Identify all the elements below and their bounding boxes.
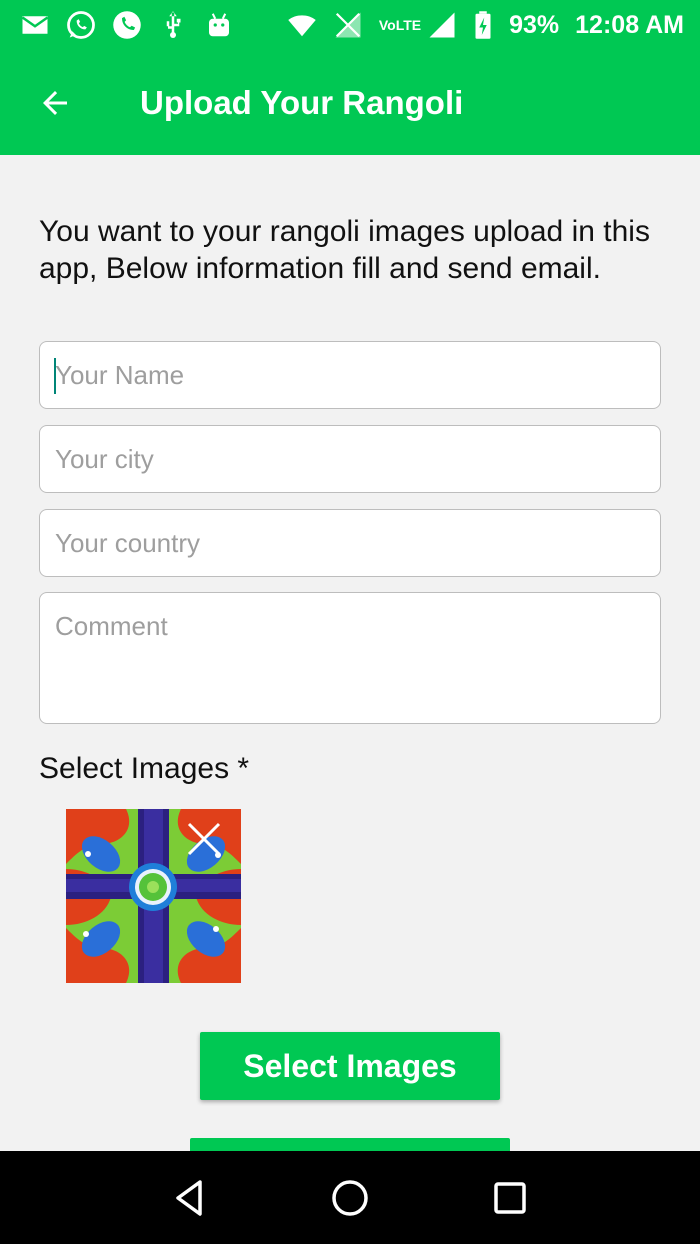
back-button[interactable] bbox=[20, 68, 90, 138]
select-images-button[interactable]: Select Images bbox=[200, 1032, 500, 1100]
usb-icon bbox=[158, 10, 188, 40]
home-circle-icon bbox=[332, 1179, 368, 1216]
status-bar-notifications bbox=[20, 10, 234, 40]
system-nav-bar bbox=[0, 1151, 700, 1244]
back-triangle-icon bbox=[176, 1179, 202, 1216]
name-field[interactable] bbox=[39, 341, 661, 409]
intro-text: You want to your rangoli images upload i… bbox=[39, 215, 650, 285]
text-cursor bbox=[54, 358, 56, 394]
battery-level: 93% bbox=[509, 10, 560, 39]
status-bar-system: VoLTE 93% 12:08 AM bbox=[287, 10, 684, 40]
city-field[interactable] bbox=[39, 425, 661, 493]
signal-icon bbox=[427, 10, 457, 40]
battery-charging-icon bbox=[473, 10, 493, 40]
mail-icon bbox=[20, 10, 50, 40]
comment-field[interactable] bbox=[39, 592, 661, 724]
android-icon bbox=[204, 10, 234, 40]
status-bar: VoLTE 93% 12:08 AM bbox=[0, 0, 700, 50]
select-images-label: Select Images * bbox=[39, 752, 250, 785]
page-title: Upload Your Rangoli bbox=[140, 83, 464, 121]
close-icon bbox=[187, 822, 221, 856]
recents-square-icon bbox=[494, 1181, 526, 1214]
signal-off-icon bbox=[333, 10, 363, 40]
app-bar: Upload Your Rangoli bbox=[0, 50, 700, 155]
country-field[interactable] bbox=[39, 509, 661, 577]
phone-icon bbox=[112, 10, 142, 40]
arrow-back-icon bbox=[43, 90, 67, 115]
clock: 12:08 AM bbox=[575, 10, 684, 39]
nav-home-button[interactable] bbox=[325, 1173, 375, 1223]
wifi-icon bbox=[287, 10, 317, 40]
network-type: VoLTE bbox=[378, 17, 422, 33]
whatsapp-icon bbox=[66, 10, 96, 40]
remove-image-button[interactable] bbox=[183, 818, 225, 860]
nav-back-button[interactable] bbox=[165, 1173, 215, 1223]
nav-recents-button[interactable] bbox=[485, 1173, 535, 1223]
